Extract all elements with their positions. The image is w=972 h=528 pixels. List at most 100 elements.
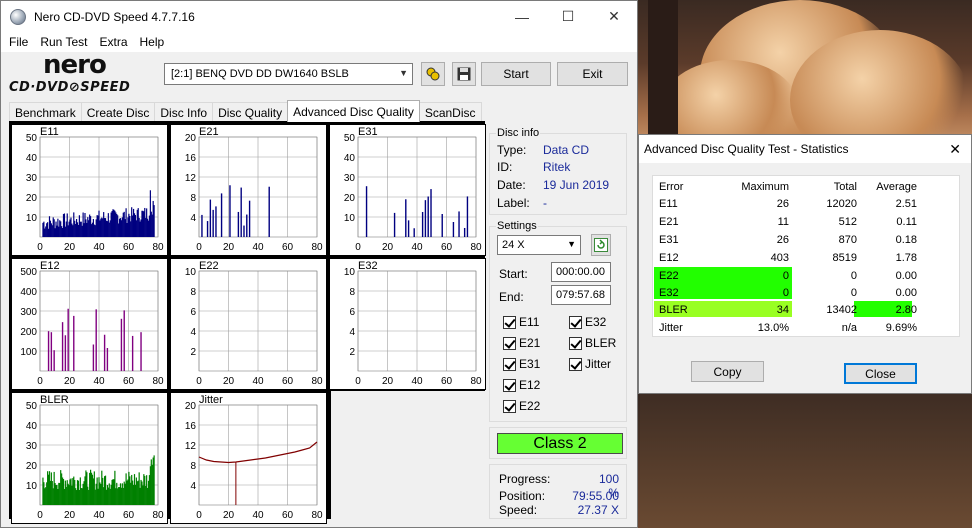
stats-row: E12 403 8519 1.78 bbox=[653, 251, 923, 267]
x-tick-label: 80 bbox=[470, 376, 482, 387]
start-time-field[interactable]: 000:00.00 bbox=[551, 262, 611, 282]
stats-row: E22 0 0 0.00 bbox=[653, 269, 923, 285]
drive-info-button[interactable] bbox=[421, 62, 445, 86]
save-button[interactable] bbox=[452, 62, 476, 86]
stat-error: Jitter bbox=[659, 322, 683, 334]
checkbox-checked-icon bbox=[503, 336, 516, 350]
header-total: Total bbox=[833, 181, 857, 193]
x-tick-label: 0 bbox=[37, 242, 43, 253]
x-tick-label: 40 bbox=[411, 242, 423, 253]
y-tick-label: 50 bbox=[344, 133, 356, 144]
y-tick-label: 40 bbox=[344, 153, 356, 164]
chart-e21: E21 0 20 40 60 80 4 8 12 16 20 bbox=[170, 124, 327, 256]
close-button[interactable]: ✕ bbox=[591, 1, 637, 32]
stat-total: 0 bbox=[850, 270, 857, 282]
e11-checkbox[interactable]: E11 bbox=[503, 315, 539, 329]
tab-benchmark[interactable]: Benchmark bbox=[9, 102, 82, 122]
y-tick-label: 30 bbox=[26, 441, 38, 452]
x-tick-label: 40 bbox=[252, 242, 264, 253]
y-tick-label: 6 bbox=[349, 307, 355, 318]
start-label: Start: bbox=[499, 267, 528, 281]
menu-bar: File Run Test Extra Help bbox=[1, 32, 637, 52]
menu-run-test[interactable]: Run Test bbox=[34, 35, 93, 49]
checkbox-checked-icon bbox=[503, 378, 516, 392]
e32-checkbox-label: E32 bbox=[585, 315, 607, 329]
header-maximum: Maximum bbox=[741, 181, 789, 193]
x-tick-label: 0 bbox=[355, 242, 361, 253]
e22-checkbox[interactable]: E22 bbox=[503, 399, 540, 413]
stat-total: 0 bbox=[850, 287, 857, 299]
e12-checkbox[interactable]: E12 bbox=[503, 378, 540, 392]
drive-select[interactable]: [2:1] BENQ DVD DD DW1640 BSLB ▼ bbox=[164, 63, 413, 85]
nero-logo: nero CD·DVD⊘SPEED bbox=[9, 50, 131, 95]
stats-header-row: Error Maximum Total Average bbox=[653, 180, 923, 196]
tab-disc-info[interactable]: Disc Info bbox=[154, 102, 214, 122]
stat-average: 2.80 bbox=[895, 304, 917, 316]
stats-row: Jitter 13.0% n/a 9.69% bbox=[653, 321, 923, 337]
chevron-down-icon: ▼ bbox=[567, 239, 576, 249]
refresh-button[interactable] bbox=[591, 234, 611, 256]
x-tick-label: 80 bbox=[311, 376, 323, 387]
jitter-checkbox[interactable]: Jitter bbox=[569, 357, 611, 371]
stat-error: E32 bbox=[659, 287, 679, 299]
tab-scandisc[interactable]: ScanDisc bbox=[418, 102, 482, 122]
main-window: Nero CD-DVD Speed 4.7.7.16 — ☐ ✕ File Ru… bbox=[0, 0, 638, 528]
x-tick-label: 80 bbox=[152, 376, 164, 387]
e21-checkbox[interactable]: E21 bbox=[503, 336, 540, 350]
copy-button[interactable]: Copy bbox=[691, 361, 764, 382]
floppy-disk-icon bbox=[457, 67, 471, 81]
y-tick-label: 40 bbox=[26, 153, 38, 164]
e31-checkbox[interactable]: E31 bbox=[503, 357, 540, 371]
exit-button[interactable]: Exit bbox=[557, 62, 628, 86]
type-value: Data CD bbox=[543, 143, 590, 157]
stat-total: 512 bbox=[838, 216, 857, 228]
start-button[interactable]: Start bbox=[481, 62, 551, 86]
menu-extra[interactable]: Extra bbox=[93, 35, 133, 49]
stat-maximum: 26 bbox=[776, 198, 789, 210]
stats-row: E32 0 0 0.00 bbox=[653, 286, 923, 302]
id-value: Ritek bbox=[543, 160, 571, 174]
app-icon bbox=[10, 8, 26, 25]
y-tick-label: 200 bbox=[20, 327, 37, 338]
y-tick-label: 4 bbox=[190, 481, 196, 492]
chart-plot: 0 20 40 60 80 4 8 12 16 20 bbox=[185, 133, 323, 253]
tab-disc-quality[interactable]: Disc Quality bbox=[212, 102, 289, 122]
stat-error: BLER bbox=[659, 304, 688, 316]
y-tick-label: 10 bbox=[185, 267, 197, 278]
stats-row: BLER 34 13402 2.80 bbox=[653, 303, 923, 319]
close-dialog-button[interactable]: Close bbox=[844, 363, 917, 384]
x-tick-label: 40 bbox=[93, 242, 105, 253]
y-tick-label: 300 bbox=[20, 307, 37, 318]
checkbox-checked-icon bbox=[503, 315, 516, 329]
e32-checkbox[interactable]: E32 bbox=[569, 315, 606, 329]
y-tick-label: 6 bbox=[190, 307, 196, 318]
stat-maximum: 34 bbox=[776, 304, 789, 316]
speed-select[interactable]: 24 X ▼ bbox=[497, 235, 581, 255]
stats-row: E31 26 870 0.18 bbox=[653, 233, 923, 249]
y-tick-label: 4 bbox=[190, 213, 196, 224]
dialog-close-icon[interactable]: ✕ bbox=[949, 141, 961, 158]
x-tick-label: 20 bbox=[223, 242, 235, 253]
minimize-button[interactable]: — bbox=[499, 1, 545, 32]
maximize-button[interactable]: ☐ bbox=[545, 1, 591, 32]
y-tick-label: 2 bbox=[349, 347, 355, 358]
x-tick-label: 80 bbox=[311, 510, 323, 521]
x-tick-label: 60 bbox=[282, 242, 294, 253]
x-tick-label: 40 bbox=[252, 376, 264, 387]
date-label: Date: bbox=[497, 178, 526, 192]
menu-help[interactable]: Help bbox=[134, 35, 171, 49]
x-tick-label: 0 bbox=[196, 510, 202, 521]
id-label: ID: bbox=[497, 160, 513, 174]
bler-checkbox[interactable]: BLER bbox=[569, 336, 616, 350]
stat-maximum: 0 bbox=[782, 287, 789, 299]
end-time-field[interactable]: 079:57.68 bbox=[551, 285, 611, 305]
chart-e12: E12 0 20 40 60 80 100 200 300 400 500 bbox=[11, 258, 168, 390]
tab-advanced-disc-quality[interactable]: Advanced Disc Quality bbox=[287, 100, 420, 122]
y-tick-label: 10 bbox=[26, 213, 38, 224]
disc-chain-icon bbox=[426, 67, 440, 81]
menu-file[interactable]: File bbox=[3, 35, 34, 49]
x-tick-label: 20 bbox=[64, 242, 76, 253]
chart-plot: 0 20 40 60 80 10 20 30 40 50 bbox=[344, 133, 482, 253]
y-tick-label: 10 bbox=[26, 481, 38, 492]
tab-create-disc[interactable]: Create Disc bbox=[80, 102, 156, 122]
